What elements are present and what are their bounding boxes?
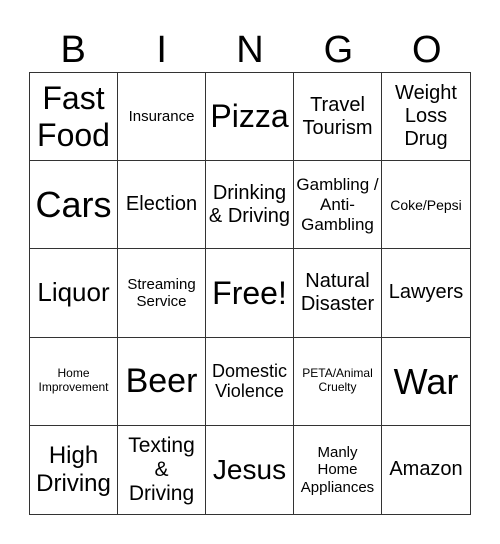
bingo-cell[interactable]: Amazon (382, 426, 470, 514)
bingo-cell[interactable]: Gambling / Anti-Gambling (294, 161, 382, 250)
header-letter: G (323, 29, 354, 71)
bingo-cell[interactable]: Liquor (30, 249, 118, 338)
bingo-cell[interactable]: Insurance (118, 73, 206, 162)
bingo-cell[interactable]: Cars (30, 161, 118, 250)
bingo-cell[interactable]: Domestic Violence (206, 337, 294, 426)
bingo-cell[interactable]: Pizza (206, 73, 294, 162)
bingo-cell[interactable]: Texting & Driving (118, 425, 206, 514)
bingo-grid: Fast Food Insurance Pizza Travel Tourism Wei… (29, 72, 471, 515)
bingo-cell[interactable]: Beer (118, 337, 206, 426)
bingo-cell[interactable]: Travel Tourism (294, 73, 382, 162)
bingo-cell[interactable]: Election (118, 161, 206, 250)
bingo-cell[interactable]: Natural Disaster (294, 249, 382, 338)
bingo-cell[interactable]: Home Improvement (30, 337, 118, 426)
bingo-cell[interactable]: PETA/Animal Cruelty (294, 337, 382, 426)
bingo-cell[interactable]: Streaming Service (118, 249, 206, 338)
header-letter: N (236, 29, 264, 71)
bingo-cell[interactable]: Manly Home Appliances (294, 425, 382, 514)
bingo-cell[interactable]: Weight Loss Drug (382, 73, 470, 162)
bingo-cell[interactable]: Drinking & Driving (206, 161, 294, 250)
bingo-cell[interactable]: High Driving (30, 425, 118, 514)
bingo-cell[interactable]: War (382, 338, 470, 426)
bingo-cell[interactable]: Jesus (206, 425, 294, 514)
bingo-cell[interactable]: Fast Food (30, 73, 118, 162)
header-letter: B (60, 29, 86, 71)
bingo-header: B I N G O (29, 28, 471, 72)
header-letter: I (156, 29, 167, 71)
bingo-cell[interactable]: Lawyers (382, 249, 470, 338)
header-letter: O (412, 29, 442, 71)
bingo-cell[interactable]: Free! (206, 249, 294, 338)
bingo-cell[interactable]: Coke/Pepsi (382, 161, 470, 250)
